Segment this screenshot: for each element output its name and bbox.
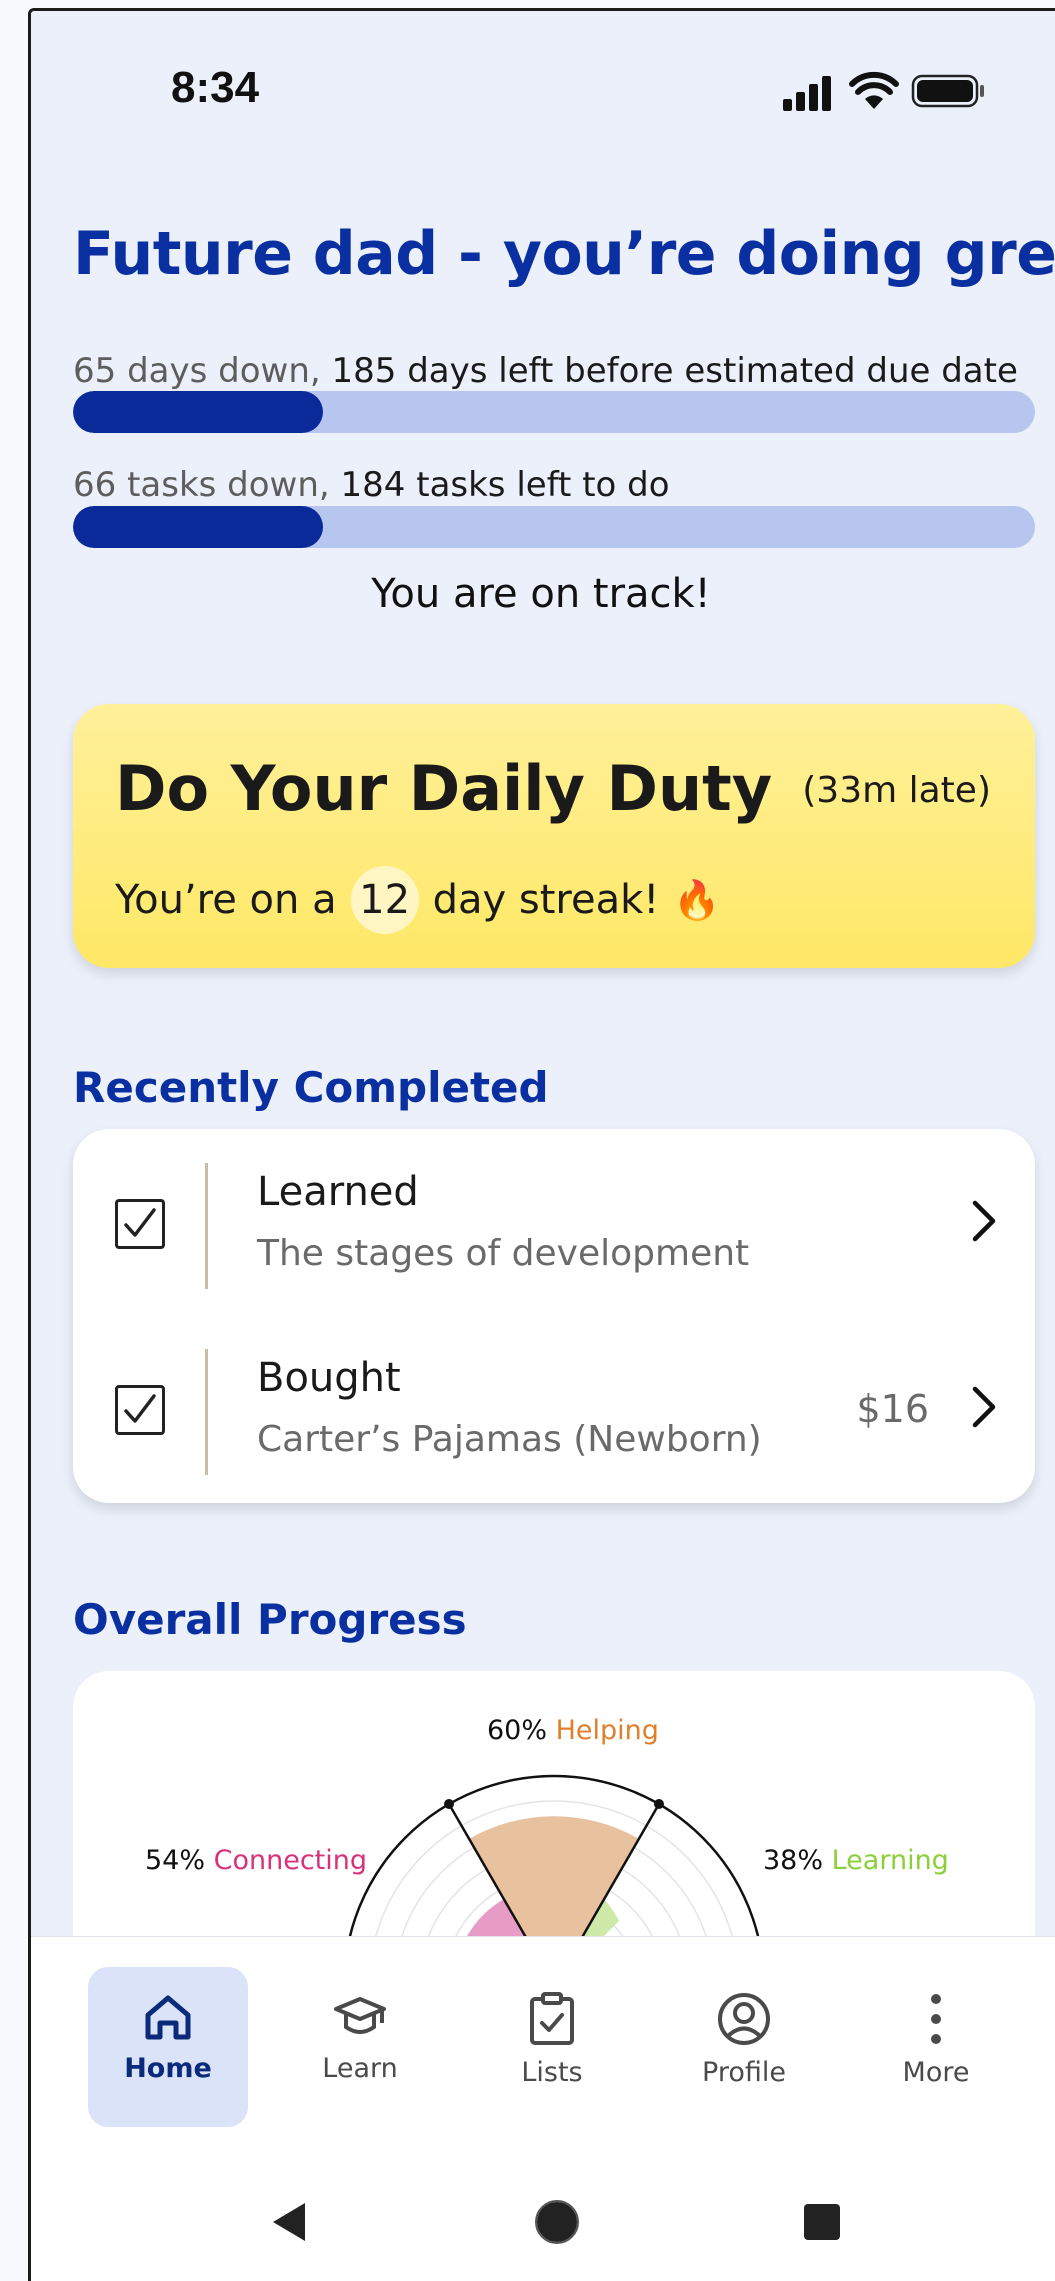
- row-divider: [205, 1163, 208, 1289]
- days-progress-bar: [73, 391, 1035, 433]
- wifi-icon: [849, 71, 899, 109]
- streak-count-badge: 12: [350, 866, 419, 934]
- clipboard-check-icon: [530, 1992, 574, 2045]
- more-vertical-icon: [931, 1994, 941, 2044]
- streak-suffix: day streak!: [432, 877, 660, 923]
- status-bar: 8:34: [31, 11, 1055, 171]
- system-nav-bar: [31, 2181, 1055, 2261]
- nav-label-profile: Profile: [702, 2057, 786, 2088]
- nav-item-learn[interactable]: Learn: [280, 1967, 440, 2127]
- tasks-progress-fill: [73, 506, 324, 548]
- days-done-text: 65 days down,: [73, 351, 321, 391]
- recently-completed-card: Learned The stages of development Bought…: [73, 1129, 1035, 1503]
- nav-item-home[interactable]: Home: [88, 1967, 248, 2127]
- nav-label-learn: Learn: [322, 2053, 398, 2084]
- checkbox-checked-icon[interactable]: [115, 1199, 165, 1249]
- chevron-right-icon[interactable]: [969, 1383, 999, 1431]
- list-item-title: Bought: [257, 1355, 401, 1401]
- home-icon: [145, 1995, 191, 2040]
- nav-label-home: Home: [124, 2053, 212, 2084]
- tasks-done-text: 66 tasks down,: [73, 465, 330, 505]
- nav-item-profile[interactable]: Profile: [664, 1967, 824, 2127]
- home-button-icon[interactable]: [534, 2199, 580, 2245]
- list-item-subtitle: Carter’s Pajamas (Newborn): [257, 1419, 762, 1460]
- status-time: 8:34: [171, 63, 260, 112]
- nav-item-more[interactable]: More: [856, 1967, 1016, 2127]
- days-left-text: 185 days left before estimated due date: [331, 351, 1018, 391]
- user-circle-icon: [718, 1993, 770, 2045]
- back-icon[interactable]: [269, 2199, 309, 2245]
- signal-icon: [783, 76, 831, 111]
- tasks-progress-bar: [73, 506, 1035, 548]
- list-item-subtitle: The stages of development: [257, 1233, 750, 1274]
- list-item[interactable]: Bought Carter’s Pajamas (Newborn) $16: [73, 1335, 1035, 1495]
- list-item[interactable]: Learned The stages of development: [73, 1149, 1035, 1309]
- daily-duty-title: Do Your Daily Duty: [115, 752, 773, 825]
- page-title: Future dad - you’re doing great!: [73, 219, 1055, 289]
- list-item-title: Learned: [257, 1169, 419, 1215]
- overall-progress-title: Overall Progress: [73, 1595, 467, 1644]
- daily-duty-card[interactable]: Do Your Daily Duty (33m late) You’re on …: [73, 704, 1035, 968]
- nav-label-more: More: [902, 2057, 970, 2088]
- streak-text: You’re on a 12 day streak! 🔥: [115, 866, 721, 934]
- tasks-left-text: 184 tasks left to do: [340, 465, 670, 505]
- streak-prefix: You’re on a: [115, 877, 337, 923]
- battery-icon: [911, 74, 984, 108]
- days-progress-fill: [73, 391, 324, 433]
- flame-icon: 🔥: [673, 877, 721, 922]
- days-progress-text: 65 days down, 185 days left before estim…: [73, 351, 1018, 391]
- list-item-price: $16: [856, 1387, 929, 1431]
- row-divider: [205, 1349, 208, 1475]
- graduation-cap-icon: [334, 1997, 386, 2034]
- app-screen: 8:34 Future dad - you’re doing great! 65…: [28, 8, 1055, 2281]
- status-message: You are on track!: [371, 571, 711, 617]
- checkbox-checked-icon[interactable]: [115, 1385, 165, 1435]
- tasks-progress-text: 66 tasks down, 184 tasks left to do: [73, 465, 670, 505]
- recents-icon[interactable]: [802, 2202, 842, 2242]
- recently-completed-title: Recently Completed: [73, 1063, 549, 1112]
- chevron-right-icon[interactable]: [969, 1197, 999, 1245]
- daily-duty-late-label: (33m late): [802, 770, 991, 811]
- nav-label-lists: Lists: [521, 2057, 583, 2088]
- nav-item-lists[interactable]: Lists: [472, 1967, 632, 2127]
